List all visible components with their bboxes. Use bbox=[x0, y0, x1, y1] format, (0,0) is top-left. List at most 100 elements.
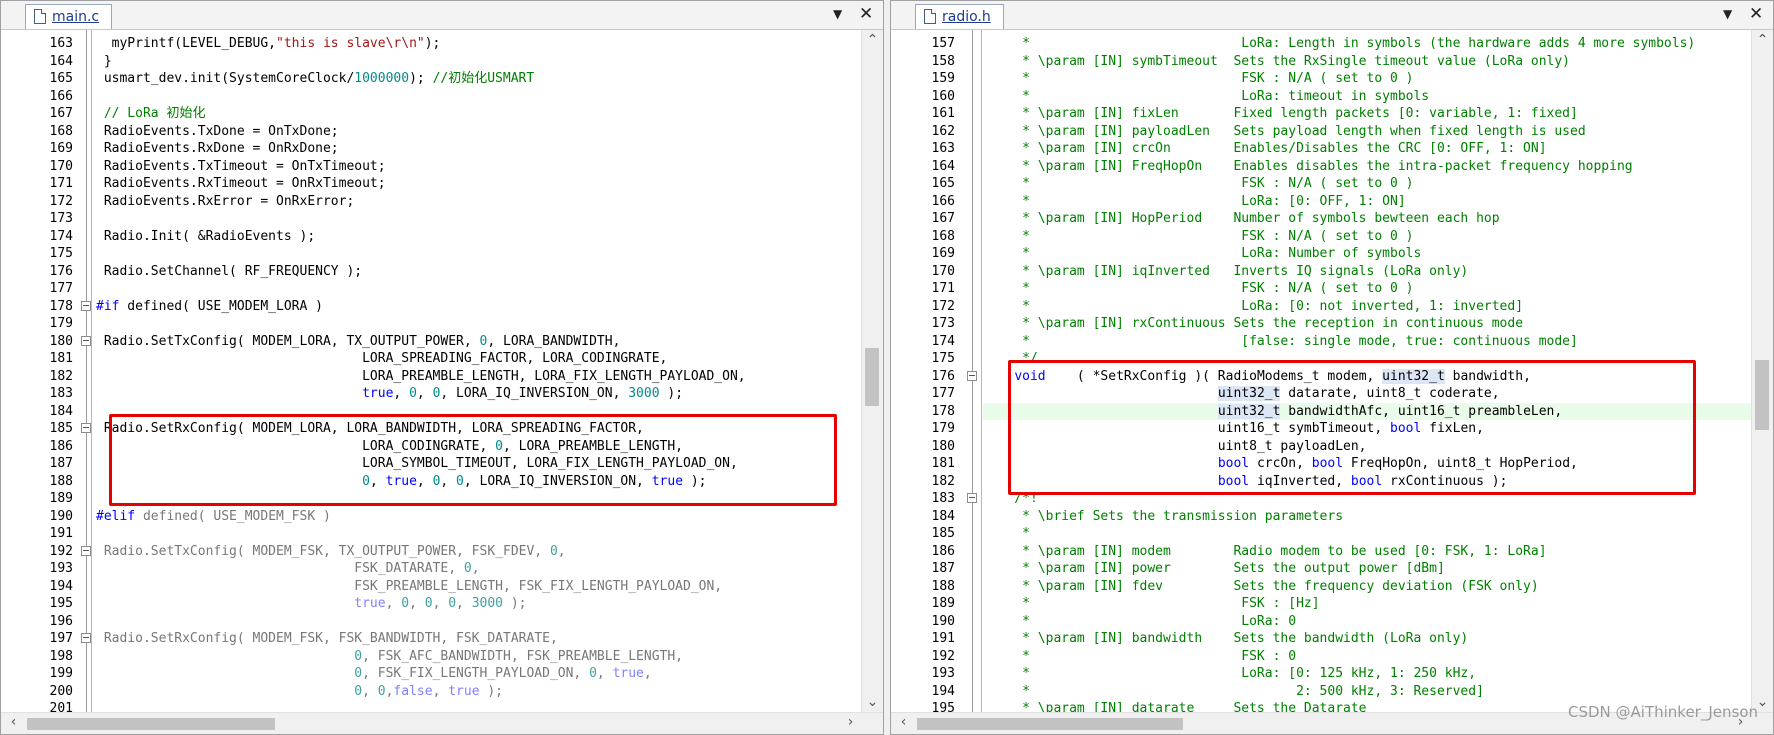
tab-radio-h[interactable]: radio.h bbox=[915, 4, 1004, 29]
code-text: * [false: single mode, true: continuous … bbox=[983, 333, 1578, 349]
code-text: * FSK : N/A ( set to 0 ) bbox=[983, 228, 1414, 244]
horizontal-scrollbar[interactable]: ‹ › bbox=[1, 712, 883, 734]
code-line: 179 uint16_t symbTimeout, bool fixLen, bbox=[891, 420, 1751, 438]
line-number: 195 bbox=[931, 701, 955, 712]
code-line: 198 0, FSK_AFC_BANDWIDTH, FSK_PREAMBLE_L… bbox=[1, 648, 861, 666]
code-line: 170 RadioEvents.TxTimeout = OnTxTimeout; bbox=[1, 158, 861, 176]
code-line: 157 * LoRa: Length in symbols (the hardw… bbox=[891, 35, 1751, 53]
code-text: * FSK : 0 bbox=[983, 648, 1297, 664]
line-number: 193 bbox=[931, 666, 955, 681]
code-text: 0, FSK_FIX_LENGTH_PAYLOAD_ON, 0, true, bbox=[354, 666, 652, 681]
tab-main-c[interactable]: main.c bbox=[25, 4, 113, 29]
fold-collapse-icon[interactable] bbox=[81, 335, 91, 346]
scroll-left-icon[interactable]: ‹ bbox=[3, 714, 24, 730]
line-number: 176 bbox=[49, 263, 73, 279]
code-text: LORA_PREAMBLE_LENGTH, LORA_FIX_LENGTH_PA… bbox=[96, 368, 746, 384]
code-line: 174 Radio.Init( &RadioEvents ); bbox=[1, 228, 861, 246]
line-number: 200 bbox=[49, 683, 73, 699]
code-line: 192 * FSK : 0 bbox=[891, 648, 1751, 666]
line-number: 199 bbox=[49, 666, 73, 681]
code-line: 180 uint8_t payloadLen, bbox=[891, 438, 1751, 456]
scroll-down-icon[interactable]: ⌄ bbox=[862, 694, 883, 710]
fold-collapse-icon[interactable] bbox=[81, 300, 91, 311]
document-icon bbox=[34, 9, 46, 24]
scrollbar-thumb[interactable] bbox=[1755, 360, 1769, 430]
vertical-scrollbar[interactable]: ⌃ ⌄ bbox=[861, 30, 883, 712]
code-text: LORA_SYMBOL_TIMEOUT, LORA_FIX_LENGTH_PAY… bbox=[96, 456, 738, 471]
code-line: 189 * FSK : [Hz] bbox=[891, 595, 1751, 613]
line-number: 188 bbox=[931, 578, 955, 594]
code-line: 196 bbox=[1, 613, 861, 631]
code-text: * \param [IN] modem Radio modem to be us… bbox=[983, 543, 1547, 559]
line-number: 186 bbox=[49, 438, 73, 454]
code-text: * LoRa: [0: OFF, 1: ON] bbox=[983, 193, 1406, 209]
code-line: 169 RadioEvents.RxDone = OnRxDone; bbox=[1, 140, 861, 158]
fold-collapse-icon[interactable] bbox=[967, 370, 977, 381]
code-line: 167 // LoRa 初始化 bbox=[1, 105, 861, 123]
line-number: 164 bbox=[49, 53, 73, 69]
line-number: 174 bbox=[931, 333, 955, 349]
scroll-up-icon[interactable]: ⌃ bbox=[1752, 32, 1773, 48]
line-number: 178 bbox=[931, 403, 955, 419]
code-text: * \param [IN] HopPeriod Number of symbol… bbox=[983, 211, 1500, 226]
line-number: 175 bbox=[49, 246, 73, 261]
line-number: 198 bbox=[49, 648, 73, 664]
code-text: * FSK : N/A ( set to 0 ) bbox=[983, 176, 1414, 191]
code-line: 171 RadioEvents.RxTimeout = OnRxTimeout; bbox=[1, 175, 861, 193]
scrollbar-thumb[interactable] bbox=[917, 718, 1183, 730]
code-line: 166 bbox=[1, 88, 861, 106]
line-number: 183 bbox=[49, 386, 73, 401]
line-number: 185 bbox=[49, 421, 73, 436]
code-editor-radio-h[interactable]: 157 * LoRa: Length in symbols (the hardw… bbox=[891, 30, 1751, 712]
line-number: 181 bbox=[49, 351, 73, 366]
right-editor-pane: radio.h ▼ ✕ 157 * LoRa: Length in symbol… bbox=[890, 0, 1774, 735]
scroll-left-icon[interactable]: ‹ bbox=[893, 714, 914, 730]
vertical-scrollbar[interactable]: ⌃ ⌄ bbox=[1751, 30, 1773, 712]
tab-list-dropdown-icon[interactable]: ▼ bbox=[1723, 7, 1732, 21]
tab-list-dropdown-icon[interactable]: ▼ bbox=[833, 7, 842, 21]
line-number: 167 bbox=[49, 106, 73, 121]
scroll-right-icon[interactable]: › bbox=[840, 714, 861, 730]
code-text: * \param [IN] iqInverted Inverts IQ sign… bbox=[983, 263, 1469, 279]
code-line: 165 usmart_dev.init(SystemCoreClock/1000… bbox=[1, 70, 861, 88]
line-number: 177 bbox=[49, 281, 73, 296]
line-number: 169 bbox=[49, 141, 73, 156]
code-text: #if defined( USE_MODEM_LORA ) bbox=[96, 298, 323, 314]
code-text: 0, 0,false, true ); bbox=[354, 683, 504, 699]
fold-collapse-icon[interactable] bbox=[81, 633, 91, 643]
code-line: 190 * LoRa: 0 bbox=[891, 613, 1751, 631]
line-number: 178 bbox=[49, 298, 73, 314]
code-text: */ bbox=[983, 351, 1038, 366]
fold-collapse-icon[interactable] bbox=[81, 545, 91, 556]
line-number: 168 bbox=[49, 123, 73, 139]
code-line: 161 * \param [IN] fixLen Fixed length pa… bbox=[891, 105, 1751, 123]
code-line: 170 * \param [IN] iqInverted Inverts IQ … bbox=[891, 263, 1751, 281]
close-tab-icon[interactable]: ✕ bbox=[1749, 4, 1763, 24]
scroll-up-icon[interactable]: ⌃ bbox=[862, 32, 883, 48]
close-tab-icon[interactable]: ✕ bbox=[859, 4, 873, 24]
code-text: * LoRa: Number of symbols bbox=[983, 246, 1422, 261]
code-text: * FSK : N/A ( set to 0 ) bbox=[983, 71, 1414, 86]
code-editor-main-c[interactable]: 163 myPrintf(LEVEL_DEBUG,"this is slave\… bbox=[1, 30, 861, 712]
code-text: uint32_t datarate, uint8_t coderate, bbox=[1217, 386, 1500, 401]
fold-collapse-icon[interactable] bbox=[967, 493, 977, 503]
line-number: 173 bbox=[49, 211, 73, 226]
code-line: 187 LORA_SYMBOL_TIMEOUT, LORA_FIX_LENGTH… bbox=[1, 455, 861, 473]
scrollbar-thumb[interactable] bbox=[27, 718, 275, 730]
line-number: 161 bbox=[931, 106, 955, 121]
code-text: * \param [IN] fdev Sets the frequency de… bbox=[983, 578, 1539, 594]
line-number: 179 bbox=[49, 316, 73, 331]
scrollbar-thumb[interactable] bbox=[865, 348, 879, 406]
code-line: 168 RadioEvents.TxDone = OnTxDone; bbox=[1, 123, 861, 141]
code-text: * LoRa: 0 bbox=[983, 613, 1297, 629]
line-number: 182 bbox=[49, 368, 73, 384]
code-line: 162 * \param [IN] payloadLen Sets payloa… bbox=[891, 123, 1751, 141]
code-line: 177 uint32_t datarate, uint8_t coderate, bbox=[891, 385, 1751, 403]
fold-collapse-icon[interactable] bbox=[81, 423, 91, 433]
line-number: 187 bbox=[49, 456, 73, 471]
code-text: * \brief Sets the transmission parameter… bbox=[983, 508, 1344, 524]
code-text: RadioEvents.RxTimeout = OnRxTimeout; bbox=[96, 176, 386, 191]
code-line: 186 LORA_CODINGRATE, 0, LORA_PREAMBLE_LE… bbox=[1, 438, 861, 456]
line-number: 165 bbox=[931, 176, 955, 191]
code-line: 193 FSK_DATARATE, 0, bbox=[1, 560, 861, 578]
